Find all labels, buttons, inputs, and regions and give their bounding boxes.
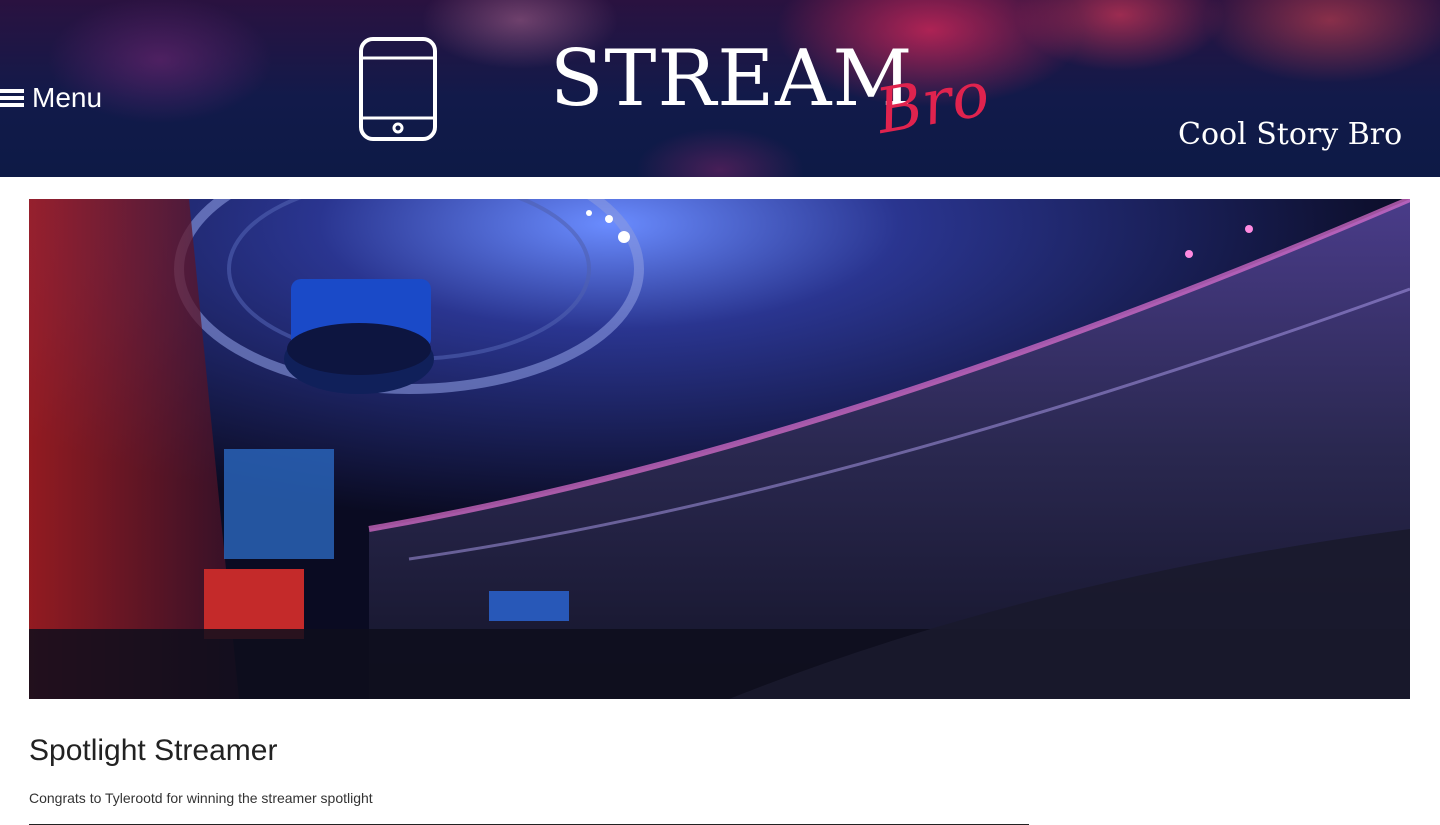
site-logo[interactable]: STREAM Bro <box>550 40 1040 170</box>
menu-button[interactable]: Menu <box>0 82 102 114</box>
hero-image <box>29 199 1410 699</box>
esports-arena-illustration <box>29 199 1410 699</box>
spotlight-text: Congrats to Tylerootd for winning the st… <box>29 790 373 806</box>
hamburger-icon <box>0 88 24 108</box>
tablet-icon <box>359 37 437 141</box>
logo-accent-text: Bro <box>870 56 995 148</box>
logo-main-text: STREAM <box>550 34 914 124</box>
site-header: Menu STREAM Bro Cool Story Bro <box>0 0 1440 177</box>
tagline: Cool Story Bro <box>1178 117 1403 152</box>
spotlight-title: Spotlight Streamer <box>29 734 278 767</box>
menu-label: Menu <box>32 82 103 113</box>
